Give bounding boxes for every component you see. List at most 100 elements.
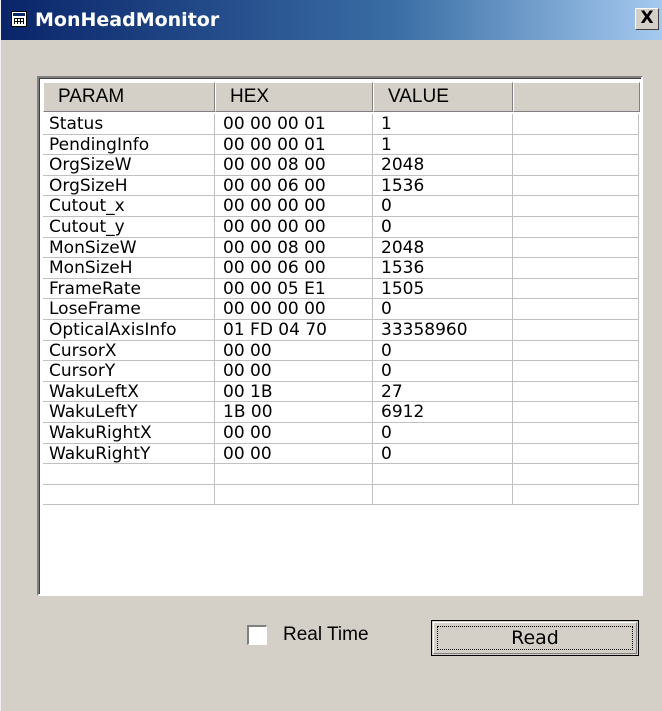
- table-row[interactable]: WakuRightY 00 00 0: [43, 443, 639, 465]
- read-button[interactable]: Read: [431, 620, 639, 656]
- cell-extra[interactable]: [513, 319, 639, 341]
- cell-hex[interactable]: 00 00: [215, 340, 373, 362]
- cell-hex[interactable]: 00 00: [215, 361, 373, 382]
- table-row[interactable]: WakuLeftX 00 1B 27: [43, 381, 639, 403]
- cell-extra[interactable]: [513, 402, 639, 423]
- cell-value[interactable]: 6912: [373, 402, 513, 423]
- cell-extra[interactable]: [513, 381, 639, 403]
- cell-hex[interactable]: 00 00 06 00: [215, 175, 373, 197]
- cell-extra[interactable]: [513, 340, 639, 362]
- cell-hex[interactable]: 00 00 08 00: [215, 237, 373, 259]
- cell-extra[interactable]: [513, 278, 639, 300]
- cell-value[interactable]: 0: [373, 340, 513, 362]
- cell-hex[interactable]: 1B 00: [215, 402, 373, 423]
- table-row[interactable]: CursorY 00 00 0: [43, 361, 639, 382]
- cell-hex[interactable]: 00 00 05 E1: [215, 278, 373, 300]
- table-row[interactable]: [43, 464, 639, 485]
- cell-hex[interactable]: 00 00 00 00: [215, 196, 373, 217]
- cell-param[interactable]: Cutout_y: [43, 216, 215, 238]
- cell-param[interactable]: Cutout_x: [43, 196, 215, 217]
- table-row[interactable]: Cutout_y 00 00 00 00 0: [43, 216, 639, 238]
- table-row[interactable]: OrgSizeH 00 00 06 00 1536: [43, 175, 639, 197]
- cell-param[interactable]: OrgSizeH: [43, 175, 215, 197]
- cell-value[interactable]: 1536: [373, 175, 513, 197]
- cell-extra[interactable]: [513, 258, 639, 279]
- cell-param[interactable]: OrgSizeW: [43, 155, 215, 176]
- cell-param[interactable]: [43, 464, 215, 485]
- cell-param[interactable]: WakuRightX: [43, 422, 215, 444]
- cell-value[interactable]: 0: [373, 216, 513, 238]
- cell-value[interactable]: 1536: [373, 258, 513, 279]
- cell-hex[interactable]: 00 00: [215, 422, 373, 444]
- cell-param[interactable]: OpticalAxisInfo: [43, 319, 215, 341]
- cell-value[interactable]: 0: [373, 443, 513, 465]
- cell-hex[interactable]: 00 00 00 01: [215, 114, 373, 135]
- cell-extra[interactable]: [513, 422, 639, 444]
- cell-extra[interactable]: [513, 299, 639, 320]
- cell-hex[interactable]: 00 00 00 00: [215, 299, 373, 320]
- table-row[interactable]: Cutout_x 00 00 00 00 0: [43, 196, 639, 217]
- table-row[interactable]: MonSizeW 00 00 08 00 2048: [43, 237, 639, 259]
- cell-value[interactable]: [373, 484, 513, 506]
- cell-extra[interactable]: [513, 484, 639, 506]
- cell-extra[interactable]: [513, 196, 639, 217]
- cell-value[interactable]: 0: [373, 299, 513, 320]
- cell-value[interactable]: 1: [373, 114, 513, 135]
- cell-extra[interactable]: [513, 175, 639, 197]
- cell-value[interactable]: 1505: [373, 278, 513, 300]
- cell-hex[interactable]: 00 00 06 00: [215, 258, 373, 279]
- cell-hex[interactable]: 01 FD 04 70: [215, 319, 373, 341]
- table-row[interactable]: Status 00 00 00 01 1: [43, 114, 639, 135]
- cell-value[interactable]: 27: [373, 381, 513, 403]
- cell-hex[interactable]: 00 00: [215, 443, 373, 465]
- cell-extra[interactable]: [513, 443, 639, 465]
- cell-value[interactable]: [373, 464, 513, 485]
- cell-param[interactable]: WakuLeftX: [43, 381, 215, 403]
- table-row[interactable]: FrameRate 00 00 05 E1 1505: [43, 278, 639, 300]
- cell-value[interactable]: 33358960: [373, 319, 513, 341]
- cell-extra[interactable]: [513, 216, 639, 238]
- close-button[interactable]: X: [635, 8, 659, 30]
- cell-param[interactable]: CursorY: [43, 361, 215, 382]
- cell-hex[interactable]: [215, 464, 373, 485]
- cell-hex[interactable]: 00 1B: [215, 381, 373, 403]
- cell-param[interactable]: PendingInfo: [43, 134, 215, 156]
- cell-value[interactable]: 0: [373, 361, 513, 382]
- param-grid[interactable]: PARAM HEX VALUE Status 00 00 00 01 1 Pendin…: [37, 76, 643, 596]
- cell-value[interactable]: 1: [373, 134, 513, 156]
- table-row[interactable]: CursorX 00 00 0: [43, 340, 639, 362]
- cell-extra[interactable]: [513, 114, 639, 135]
- cell-param[interactable]: MonSizeH: [43, 258, 215, 279]
- cell-value[interactable]: 0: [373, 196, 513, 217]
- header-param[interactable]: PARAM: [43, 82, 215, 112]
- cell-param[interactable]: MonSizeW: [43, 237, 215, 259]
- title-bar[interactable]: MonHeadMonitor X: [1, 0, 662, 40]
- cell-param[interactable]: CursorX: [43, 340, 215, 362]
- table-row[interactable]: MonSizeH 00 00 06 00 1536: [43, 258, 639, 279]
- table-row[interactable]: LoseFrame 00 00 00 00 0: [43, 299, 639, 320]
- cell-value[interactable]: 2048: [373, 237, 513, 259]
- table-row[interactable]: PendingInfo 00 00 00 01 1: [43, 134, 639, 156]
- table-row[interactable]: WakuRightX 00 00 0: [43, 422, 639, 444]
- cell-extra[interactable]: [513, 155, 639, 176]
- table-row[interactable]: OrgSizeW 00 00 08 00 2048: [43, 155, 639, 176]
- table-row[interactable]: [43, 484, 639, 506]
- header-hex[interactable]: HEX: [215, 82, 373, 112]
- table-row[interactable]: WakuLeftY 1B 00 6912: [43, 402, 639, 423]
- cell-param[interactable]: WakuRightY: [43, 443, 215, 465]
- cell-param[interactable]: FrameRate: [43, 278, 215, 300]
- cell-value[interactable]: 2048: [373, 155, 513, 176]
- cell-extra[interactable]: [513, 134, 639, 156]
- header-value[interactable]: VALUE: [373, 82, 513, 112]
- cell-hex[interactable]: [215, 484, 373, 506]
- cell-extra[interactable]: [513, 237, 639, 259]
- cell-param[interactable]: LoseFrame: [43, 299, 215, 320]
- cell-extra[interactable]: [513, 464, 639, 485]
- cell-param[interactable]: Status: [43, 114, 215, 135]
- realtime-label[interactable]: Real Time: [283, 624, 369, 646]
- cell-hex[interactable]: 00 00 08 00: [215, 155, 373, 176]
- cell-param[interactable]: WakuLeftY: [43, 402, 215, 423]
- realtime-checkbox[interactable]: [247, 625, 267, 645]
- cell-extra[interactable]: [513, 361, 639, 382]
- cell-param[interactable]: [43, 484, 215, 506]
